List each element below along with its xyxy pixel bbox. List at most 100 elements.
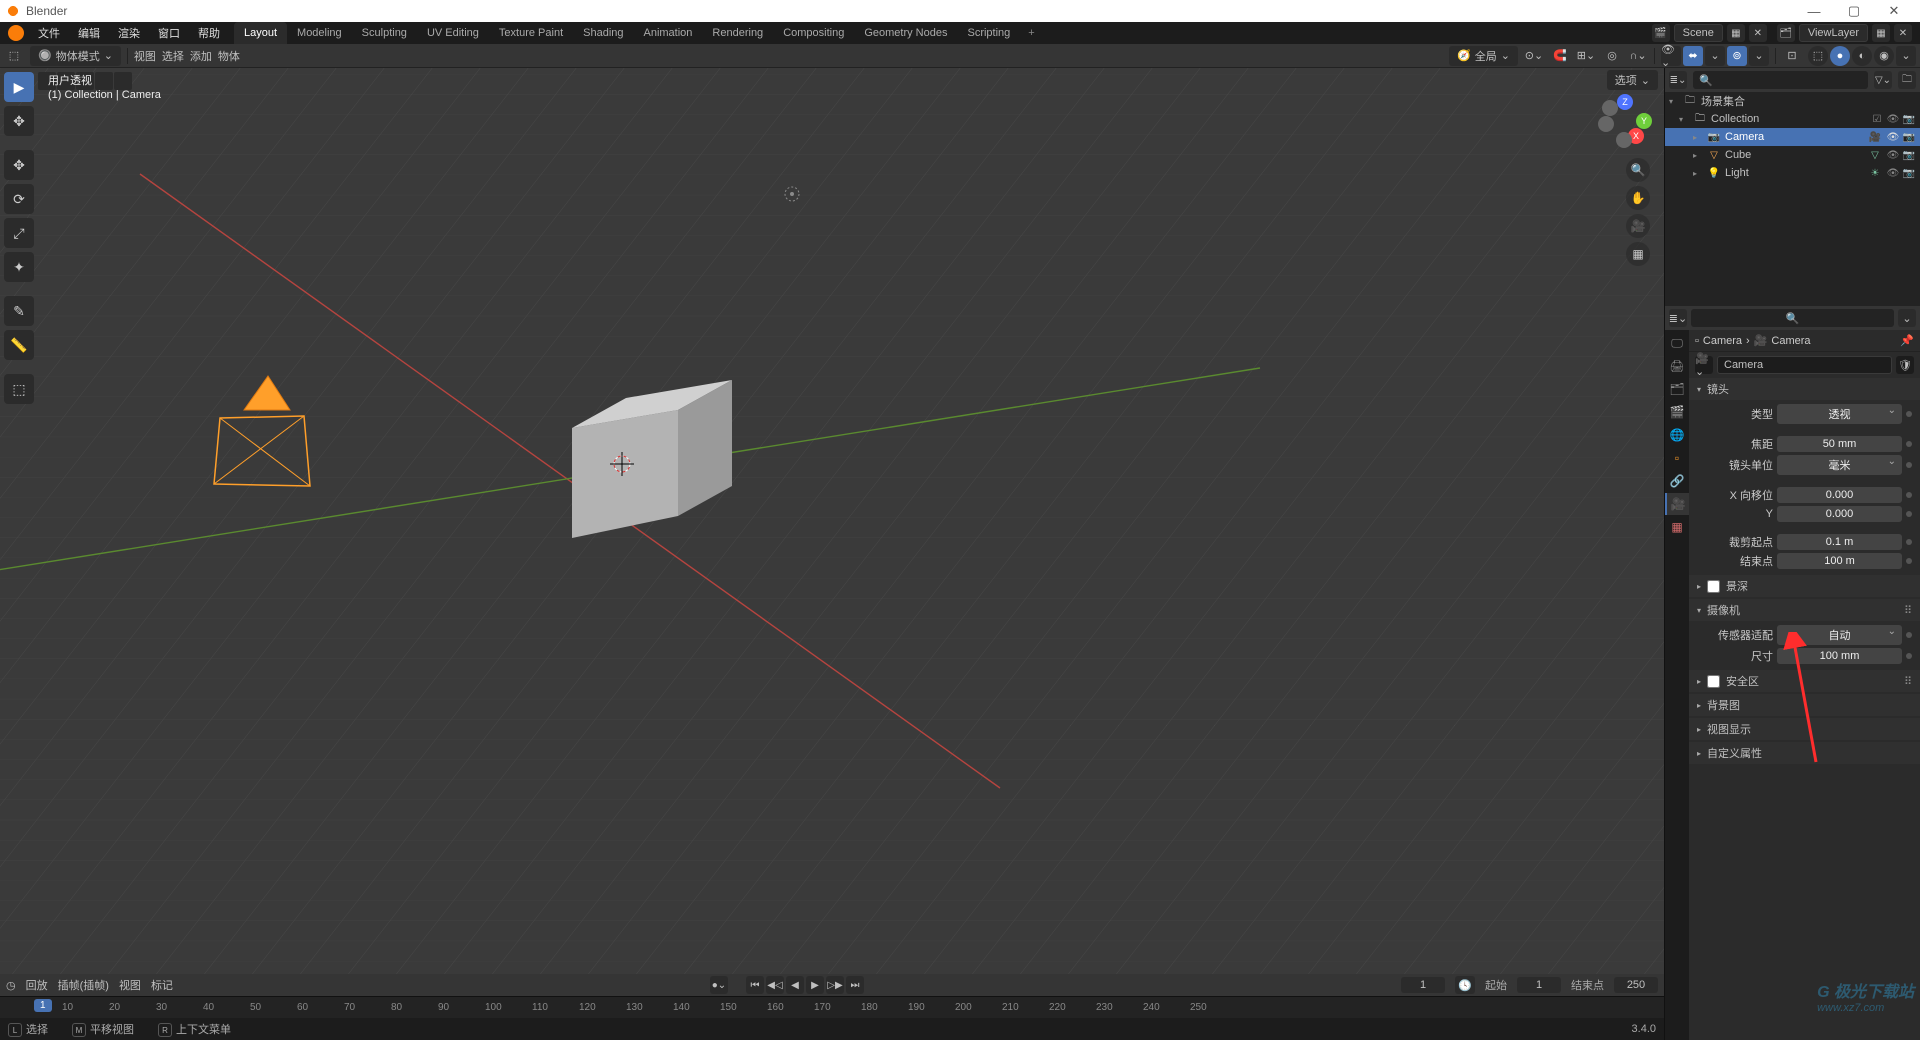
keyframe-dot[interactable] [1906, 511, 1912, 517]
navigation-gizmo[interactable]: Z Y X [1598, 94, 1652, 148]
keyframe-dot[interactable] [1906, 462, 1912, 468]
panel-dof-header[interactable]: ▸ 景深 [1689, 575, 1920, 597]
select-tool[interactable]: ▶ [4, 72, 34, 102]
focal-value[interactable]: 50 mm [1777, 436, 1902, 452]
object-menu[interactable]: 物体 [218, 48, 240, 64]
tab-viewlayer[interactable]: 🗂 [1665, 378, 1689, 400]
fit-value[interactable]: 自动 [1777, 625, 1902, 645]
rotate-tool[interactable]: ⟳ [4, 184, 34, 214]
xray-toggle[interactable]: ⊡ [1782, 46, 1802, 66]
mode-selector[interactable]: 🔘 物体模式 ⌄ [30, 46, 121, 66]
overlay-toggle[interactable]: ⊚ [1727, 46, 1747, 66]
outliner-new-collection[interactable]: 🗀 [1898, 71, 1916, 89]
outliner-item-cube[interactable]: ▸▽ Cube ▽ 👁📷 [1665, 146, 1920, 164]
panel-display-header[interactable]: ▸视图显示 [1689, 718, 1920, 740]
gizmo-neg-x[interactable] [1602, 100, 1618, 116]
wireframe-shading[interactable]: ⬚ [1808, 46, 1828, 66]
menu-file[interactable]: 文件 [30, 23, 68, 43]
viewlayer-remove-button[interactable]: ✕ [1894, 24, 1912, 42]
timeline-ruler[interactable]: 1 10203040506070809010011012013014015016… [0, 996, 1664, 1018]
item-hide-toggle[interactable]: 👁 [1886, 150, 1900, 161]
editor-type-button[interactable]: ⬚ [4, 46, 24, 66]
viewlayer-new-button[interactable]: ▦ [1872, 24, 1890, 42]
outliner-item-light[interactable]: ▸💡 Light ☀ 👁📷 [1665, 164, 1920, 182]
playhead[interactable]: 1 [34, 999, 52, 1012]
keyframe-dot[interactable] [1906, 492, 1912, 498]
pin-icon[interactable]: 📌 [1900, 334, 1914, 347]
dof-enable-checkbox[interactable] [1707, 580, 1720, 593]
gizmo-z[interactable]: Z [1617, 94, 1633, 110]
safe-enable-checkbox[interactable] [1707, 675, 1720, 688]
menu-help[interactable]: 帮助 [190, 23, 228, 43]
perspective-icon[interactable]: ▦ [1626, 242, 1650, 266]
datablock-name[interactable]: Camera [1717, 356, 1892, 374]
add-cube-tool[interactable]: ⬚ [4, 374, 34, 404]
jump-end[interactable]: ⏭ [846, 976, 864, 994]
collection-render-toggle[interactable]: 📷 [1902, 114, 1916, 125]
menu-window[interactable]: 窗口 [150, 23, 188, 43]
start-frame[interactable]: 1 [1517, 977, 1561, 993]
move-tool[interactable]: ✥ [4, 150, 34, 180]
menu-edit[interactable]: 编辑 [70, 23, 108, 43]
tab-add-button[interactable]: + [1020, 24, 1042, 42]
shifty-value[interactable]: 0.000 [1777, 506, 1902, 522]
proportional-toggle[interactable]: ◎ [1602, 46, 1622, 66]
camera-view-icon[interactable]: 🎥 [1626, 214, 1650, 238]
select-menu[interactable]: 选择 [162, 48, 184, 64]
tab-scripting[interactable]: Scripting [957, 22, 1020, 44]
outliner-collection[interactable]: ▾🗀 Collection ☑👁📷 [1665, 110, 1920, 128]
transform-tool[interactable]: ✦ [4, 252, 34, 282]
tab-texture[interactable]: ▦ [1665, 516, 1689, 538]
gizmo-neg-z[interactable] [1616, 132, 1632, 148]
tab-output[interactable]: 🖨 [1665, 355, 1689, 377]
menu-render[interactable]: 渲染 [110, 23, 148, 43]
3d-viewport[interactable]: 用户透视 (1) Collection | Camera ▶ ✥ ✥ ⟳ ⤢ ✦… [0, 68, 1664, 974]
properties-content[interactable]: ▫ Camera › 🎥 Camera 📌 🎥⌄ Camera 🛡 ▾镜头 [1689, 330, 1920, 1040]
tab-modeling[interactable]: Modeling [287, 22, 352, 44]
item-render-toggle[interactable]: 📷 [1902, 168, 1916, 179]
properties-search[interactable]: 🔍 [1691, 309, 1894, 327]
proportional-selector[interactable]: ∩⌄ [1628, 46, 1648, 66]
jump-next-key[interactable]: ▷▶ [826, 976, 844, 994]
measure-tool[interactable]: 📏 [4, 330, 34, 360]
tab-texture-paint[interactable]: Texture Paint [489, 22, 573, 44]
window-maximize-button[interactable]: ▢ [1834, 3, 1874, 19]
add-menu[interactable]: 添加 [190, 48, 212, 64]
scene-selector[interactable]: Scene [1674, 24, 1723, 42]
keyframe-dot[interactable] [1906, 539, 1912, 545]
tab-world[interactable]: 🌐 [1665, 424, 1689, 446]
tab-compositing[interactable]: Compositing [773, 22, 854, 44]
timeline-editor-type[interactable]: ◷ [6, 979, 16, 992]
panel-safe-header[interactable]: ▸ 安全区⠿ [1689, 670, 1920, 692]
outliner-scene-collection[interactable]: ▾🗀 场景集合 [1665, 92, 1920, 110]
viewlayer-selector[interactable]: ViewLayer [1799, 24, 1868, 42]
window-minimize-button[interactable]: — [1794, 4, 1834, 19]
tab-geometry-nodes[interactable]: Geometry Nodes [854, 22, 957, 44]
tab-sculpting[interactable]: Sculpting [352, 22, 417, 44]
item-hide-toggle[interactable]: 👁 [1886, 132, 1900, 143]
tab-shading[interactable]: Shading [573, 22, 633, 44]
viewlayer-icon[interactable]: 🗂 [1777, 24, 1795, 42]
keying-menu[interactable]: 插帧(插帧) [58, 977, 109, 993]
current-frame[interactable]: 1 [1401, 977, 1445, 993]
outliner[interactable]: ▾🗀 场景集合 ▾🗀 Collection ☑👁📷 ▸📷 Camera 🎥 👁📷… [1665, 92, 1920, 306]
panel-camera-menu-icon[interactable]: ⠿ [1904, 604, 1912, 617]
snap-toggle[interactable]: 🧲 [1550, 46, 1570, 66]
autokey-toggle[interactable]: ●⌄ [710, 976, 728, 994]
tab-scene[interactable]: 🎬 [1665, 401, 1689, 423]
clipstart-value[interactable]: 0.1 m [1777, 534, 1902, 550]
preview-range-toggle[interactable]: 🕓 [1455, 976, 1475, 994]
shading-selector[interactable]: ⌄ [1896, 46, 1916, 66]
breadcrumb-object[interactable]: Camera [1703, 335, 1742, 347]
panel-lens-header[interactable]: ▾镜头 [1689, 378, 1920, 400]
play-reverse[interactable]: ◀ [786, 976, 804, 994]
keyframe-dot[interactable] [1906, 558, 1912, 564]
tab-render[interactable]: 🖵 [1665, 332, 1689, 354]
jump-prev-key[interactable]: ◀◁ [766, 976, 784, 994]
view-menu[interactable]: 视图 [134, 48, 156, 64]
end-frame[interactable]: 250 [1614, 977, 1658, 993]
snap-selector[interactable]: ⊞⌄ [1576, 46, 1596, 66]
scene-browse-button[interactable]: ▦ [1727, 24, 1745, 42]
keyframe-dot[interactable] [1906, 441, 1912, 447]
gizmo-selector[interactable]: ⌄ [1705, 46, 1725, 66]
